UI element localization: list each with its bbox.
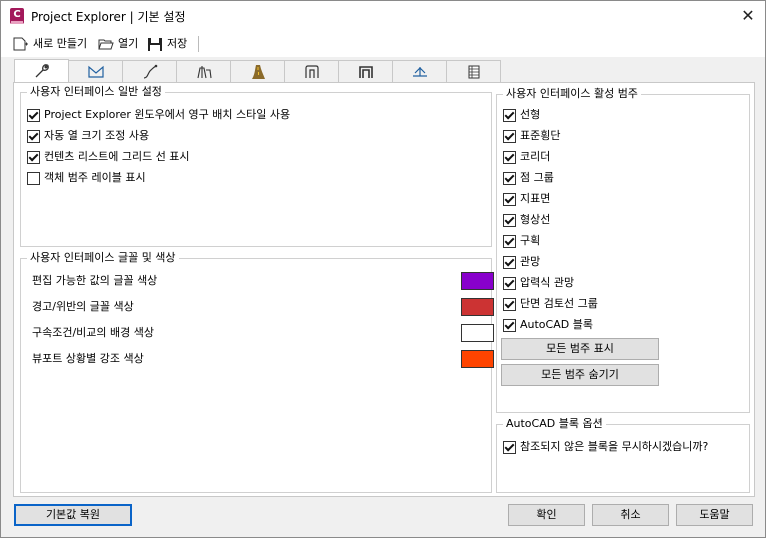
option-label: Project Explorer 윈도우에서 영구 배치 스타일 사용	[44, 108, 291, 121]
color-swatch-editable[interactable]	[461, 272, 494, 290]
color-row-label: 경고/위반의 글꼴 색상	[32, 300, 134, 313]
help-button[interactable]: 도움말	[676, 504, 753, 526]
cancel-button[interactable]: 취소	[592, 504, 669, 526]
checkbox[interactable]	[503, 214, 516, 227]
road-icon	[252, 65, 265, 79]
table-icon	[468, 65, 480, 79]
color-row-label: 뷰포트 상황별 강조 색상	[32, 352, 144, 365]
checkbox[interactable]	[27, 172, 40, 185]
checkbox[interactable]	[503, 256, 516, 269]
close-icon: ✕	[741, 6, 755, 25]
category-label: 표준횡단	[520, 129, 561, 142]
category-label: 형상선	[520, 213, 551, 226]
civil3d-app-icon: C	[10, 8, 24, 24]
tab-road[interactable]	[230, 60, 285, 83]
alignment-icon	[143, 64, 158, 79]
tab-structure[interactable]	[176, 60, 231, 83]
category-label: 단면 검토선 그룹	[520, 297, 598, 310]
ok-button[interactable]: 확인	[508, 504, 585, 526]
tab-general[interactable]	[14, 59, 69, 83]
new-button[interactable]: 새로 만들기	[13, 35, 93, 53]
tab-pipe-network[interactable]	[284, 60, 339, 83]
autocad-block-options-title: AutoCAD 블록 옵션	[503, 417, 606, 431]
checkbox[interactable]	[503, 172, 516, 185]
autocad-block-options-group: AutoCAD 블록 옵션 참조되지 않은 블록을 무시하시겠습니까?	[496, 417, 750, 493]
checkbox[interactable]	[503, 130, 516, 143]
save-disk-icon	[148, 38, 162, 51]
save-button-label: 저장	[167, 37, 188, 50]
structure-icon	[197, 66, 212, 79]
color-swatch-constraint[interactable]	[461, 324, 494, 342]
category-label: 코리더	[520, 150, 551, 163]
color-row-label: 구속조건/비교의 배경 색상	[32, 326, 155, 339]
hide-all-categories-button[interactable]: 모든 범주 숨기기	[501, 364, 659, 386]
category-label: 지표면	[520, 192, 551, 205]
active-categories-title: 사용자 인터페이스 활성 범주	[503, 87, 641, 101]
save-button[interactable]: 저장	[147, 35, 193, 53]
checkbox[interactable]	[503, 277, 516, 290]
pipe-network-icon	[305, 65, 319, 78]
checkbox[interactable]	[503, 235, 516, 248]
tab-alignment[interactable]	[122, 60, 177, 83]
new-button-label: 새로 만들기	[33, 37, 88, 50]
option-label: 컨텐츠 리스트에 그리드 선 표시	[44, 150, 190, 163]
new-file-icon	[13, 37, 28, 51]
window-title: Project Explorer | 기본 설정	[31, 10, 186, 24]
fonts-colors-title: 사용자 인터페이스 글꼴 및 색상	[27, 251, 179, 265]
general-settings-title: 사용자 인터페이스 일반 설정	[27, 85, 165, 99]
show-all-categories-button[interactable]: 모든 범주 표시	[501, 338, 659, 360]
tab-table[interactable]	[446, 60, 501, 83]
checkbox[interactable]	[503, 151, 516, 164]
checkbox[interactable]	[503, 441, 516, 454]
tab-profile[interactable]	[392, 60, 447, 83]
color-row-viewport: 뷰포트 상황별 강조 색상	[32, 350, 144, 368]
category-label: 점 그룹	[520, 171, 554, 184]
close-button[interactable]: ✕	[731, 1, 765, 31]
open-button-label: 열기	[118, 37, 139, 50]
checkbox[interactable]	[503, 193, 516, 206]
category-label: 구획	[520, 234, 541, 247]
category-label: 관망	[520, 255, 541, 268]
option-label: 참조되지 않은 블록을 무시하시겠습니까?	[520, 440, 709, 453]
option-label: 객체 범주 레이블 표시	[44, 171, 146, 184]
category-label: 압력식 관망	[520, 276, 575, 289]
toolbar-separator	[198, 36, 199, 52]
checkbox[interactable]	[27, 151, 40, 164]
checkbox[interactable]	[503, 298, 516, 311]
checkbox[interactable]	[503, 109, 516, 122]
pressure-network-icon	[359, 66, 373, 78]
tab-strip	[14, 59, 501, 83]
category-label: 선형	[520, 108, 541, 121]
color-row-label: 편집 가능한 값의 글꼴 색상	[32, 274, 158, 287]
option-label: 자동 열 크기 조정 사용	[44, 129, 150, 142]
wrench-icon	[35, 64, 49, 78]
open-button[interactable]: 열기	[98, 35, 142, 53]
tab-pressure-network[interactable]	[338, 60, 393, 83]
color-swatch-viewport[interactable]	[461, 350, 494, 368]
general-settings-group: 사용자 인터페이스 일반 설정 Project Explorer 윈도우에서 영…	[20, 85, 492, 247]
color-row-editable: 편집 가능한 값의 글꼴 색상	[32, 272, 157, 290]
fonts-colors-group: 사용자 인터페이스 글꼴 및 색상 편집 가능한 값의 글꼴 색상 경고/위반의…	[20, 251, 494, 493]
title-bar: C Project Explorer | 기본 설정 ✕	[1, 1, 765, 31]
color-swatch-warning[interactable]	[461, 298, 494, 316]
checkbox[interactable]	[27, 109, 40, 122]
preferences-dialog: C Project Explorer | 기본 설정 ✕ 새로 만들기 열기 저…	[0, 0, 766, 538]
category-label: AutoCAD 블록	[520, 318, 593, 331]
active-categories-group: 사용자 인터페이스 활성 범주 선형 표준횡단 코리더 점 그룹 지표면 형상선…	[496, 87, 750, 413]
app-icon-letter: C	[13, 9, 21, 20]
open-folder-icon	[98, 39, 114, 50]
tab-surface[interactable]	[68, 60, 123, 83]
color-row-warning: 경고/위반의 글꼴 색상	[32, 298, 134, 316]
surface-icon	[88, 65, 104, 78]
restore-defaults-button[interactable]: 기본값 복원	[14, 504, 132, 526]
toolbar: 새로 만들기 열기 저장	[1, 31, 765, 57]
profile-icon	[413, 67, 427, 77]
checkbox[interactable]	[503, 319, 516, 332]
color-row-constraint: 구속조건/비교의 배경 색상	[32, 324, 154, 342]
settings-panel: 사용자 인터페이스 일반 설정 Project Explorer 윈도우에서 영…	[13, 82, 755, 497]
checkbox[interactable]	[27, 130, 40, 143]
